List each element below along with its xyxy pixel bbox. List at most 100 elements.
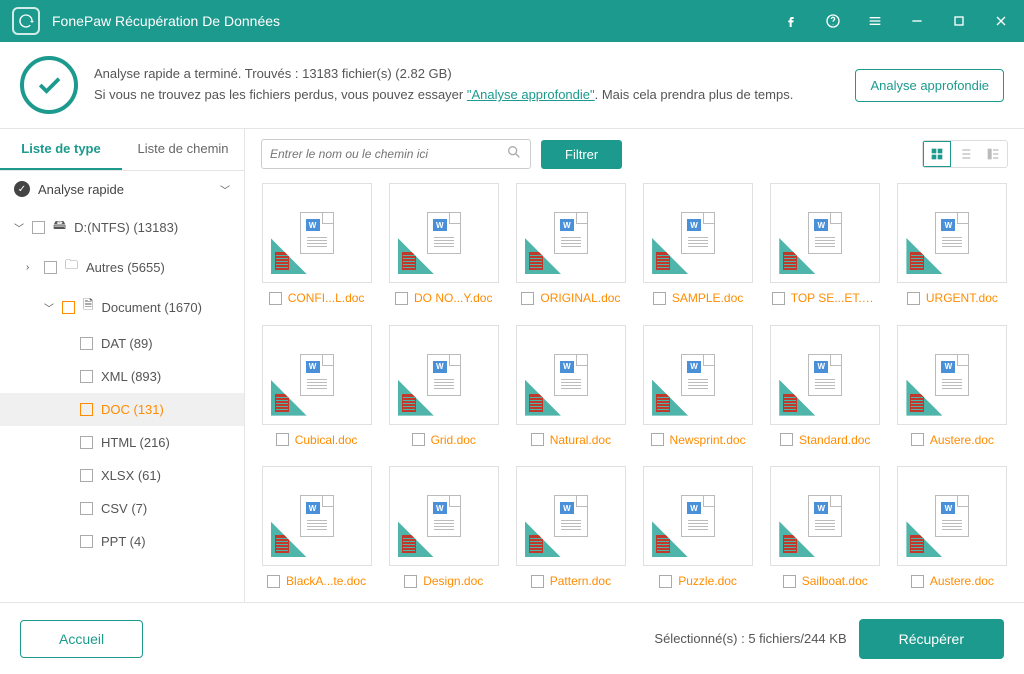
checkbox[interactable] xyxy=(80,370,93,383)
checkbox[interactable] xyxy=(80,535,93,548)
file-name: TOP SE...ET.doc xyxy=(791,291,879,305)
close-icon[interactable] xyxy=(990,10,1012,32)
file-card[interactable]: WNewsprint.doc xyxy=(640,325,755,457)
file-checkbox[interactable] xyxy=(659,575,672,588)
home-button[interactable]: Accueil xyxy=(20,620,143,658)
file-card[interactable]: WSAMPLE.doc xyxy=(640,183,755,315)
window-controls xyxy=(780,10,1012,32)
app-title: FonePaw Récupération De Données xyxy=(52,13,780,29)
tree-file-type[interactable]: CSV (7) xyxy=(0,492,244,525)
tree-file-type[interactable]: HTML (216) xyxy=(0,426,244,459)
detail-view-icon[interactable] xyxy=(979,141,1007,167)
file-checkbox[interactable] xyxy=(267,575,280,588)
file-card[interactable]: WCONFI...L.doc xyxy=(259,183,374,315)
titlebar: FonePaw Récupération De Données xyxy=(0,0,1024,42)
tree-autres[interactable]: › 🗀 Autres (5655) xyxy=(0,247,244,287)
checkbox[interactable] xyxy=(80,469,93,482)
tree-file-type[interactable]: PPT (4) xyxy=(0,525,244,558)
sidebar: Liste de type Liste de chemin ✓ Analyse … xyxy=(0,129,245,602)
file-card[interactable]: WCubical.doc xyxy=(259,325,374,457)
search-input[interactable] xyxy=(270,147,506,161)
file-card[interactable]: W Design.doc xyxy=(386,466,501,598)
file-thumbnail: W xyxy=(897,183,1007,283)
file-card[interactable]: WNatural.doc xyxy=(513,325,628,457)
file-checkbox[interactable] xyxy=(531,433,544,446)
file-checkbox[interactable] xyxy=(772,292,785,305)
file-checkbox[interactable] xyxy=(911,433,924,446)
checkbox[interactable] xyxy=(80,403,93,416)
selection-info: Sélectionné(s) : 5 fichiers/244 KB xyxy=(654,631,846,646)
doc-icon: W xyxy=(935,212,969,254)
scan-mode-item[interactable]: ✓ Analyse rapide ﹀ xyxy=(0,171,244,207)
file-name: Grid.doc xyxy=(431,433,476,447)
file-card[interactable]: WURGENT.doc xyxy=(895,183,1010,315)
file-card[interactable]: WAustere.doc xyxy=(895,325,1010,457)
tree-file-type[interactable]: DOC (131) xyxy=(0,393,244,426)
filter-button[interactable]: Filtrer xyxy=(541,140,622,169)
doc-icon: W xyxy=(935,495,969,537)
file-card[interactable]: WPuzzle.doc xyxy=(640,466,755,598)
checkbox[interactable] xyxy=(80,337,93,350)
facebook-icon[interactable] xyxy=(780,10,802,32)
list-view-icon[interactable] xyxy=(951,141,979,167)
file-card[interactable]: WORIGINAL.doc xyxy=(513,183,628,315)
file-checkbox[interactable] xyxy=(412,433,425,446)
doc-icon: W xyxy=(427,495,461,537)
checkbox[interactable] xyxy=(32,221,45,234)
maximize-icon[interactable] xyxy=(948,10,970,32)
checkbox[interactable] xyxy=(62,301,75,314)
file-checkbox[interactable] xyxy=(395,292,408,305)
file-checkbox[interactable] xyxy=(276,433,289,446)
doc-icon: W xyxy=(554,354,588,396)
checkbox[interactable] xyxy=(44,261,57,274)
tree-file-type[interactable]: DAT (89) xyxy=(0,327,244,360)
file-checkbox[interactable] xyxy=(907,292,920,305)
file-name: ORIGINAL.doc xyxy=(540,291,620,305)
file-card[interactable]: WAustere.doc xyxy=(895,466,1010,598)
file-checkbox[interactable] xyxy=(651,433,664,446)
file-checkbox[interactable] xyxy=(911,575,924,588)
recover-button[interactable]: Récupérer xyxy=(859,619,1004,659)
checkbox[interactable] xyxy=(80,436,93,449)
file-card[interactable]: WGrid.doc xyxy=(386,325,501,457)
tab-path-list[interactable]: Liste de chemin xyxy=(122,129,244,170)
minimize-icon[interactable] xyxy=(906,10,928,32)
file-checkbox[interactable] xyxy=(531,575,544,588)
tab-type-list[interactable]: Liste de type xyxy=(0,129,122,170)
doc-icon: W xyxy=(935,354,969,396)
file-thumbnail: W xyxy=(262,466,372,566)
tree-drive[interactable]: ﹀ 🖴 D:(NTFS) (13183) xyxy=(0,207,244,247)
file-card[interactable]: WBlackA...te.doc xyxy=(259,466,374,598)
footer: Accueil Sélectionné(s) : 5 fichiers/244 … xyxy=(0,602,1024,674)
file-checkbox[interactable] xyxy=(521,292,534,305)
grid-view-icon[interactable] xyxy=(923,141,951,167)
chevron-right-icon: › xyxy=(26,262,36,273)
drive-icon: 🖴 xyxy=(53,216,66,238)
file-grid: WCONFI...L.docWDO NO...Y.docWORIGINAL.do… xyxy=(245,179,1024,602)
file-thumbnail: W xyxy=(643,466,753,566)
file-card[interactable]: WSailboat.doc xyxy=(768,466,883,598)
file-checkbox[interactable] xyxy=(404,575,417,588)
tree-document[interactable]: ﹀ 🗎 Document (1670) xyxy=(0,287,244,327)
deep-scan-button[interactable]: Analyse approfondie xyxy=(855,69,1004,102)
deep-scan-link[interactable]: "Analyse approfondie" xyxy=(467,87,595,102)
file-name: Design.doc xyxy=(423,574,483,588)
tree-file-type[interactable]: XML (893) xyxy=(0,360,244,393)
file-card[interactable]: WDO NO...Y.doc xyxy=(386,183,501,315)
file-checkbox[interactable] xyxy=(783,575,796,588)
file-thumbnail: W xyxy=(389,183,499,283)
doc-icon: W xyxy=(681,212,715,254)
file-checkbox[interactable] xyxy=(269,292,282,305)
menu-icon[interactable] xyxy=(864,10,886,32)
search-field[interactable] xyxy=(261,139,531,169)
file-checkbox[interactable] xyxy=(653,292,666,305)
file-checkbox[interactable] xyxy=(780,433,793,446)
tree-file-type[interactable]: XLSX (61) xyxy=(0,459,244,492)
help-icon[interactable] xyxy=(822,10,844,32)
file-card[interactable]: WTOP SE...ET.doc xyxy=(768,183,883,315)
checkbox[interactable] xyxy=(80,502,93,515)
file-card[interactable]: WPattern.doc xyxy=(513,466,628,598)
file-thumbnail: W xyxy=(897,325,1007,425)
search-icon[interactable] xyxy=(506,144,522,165)
file-card[interactable]: WStandard.doc xyxy=(768,325,883,457)
